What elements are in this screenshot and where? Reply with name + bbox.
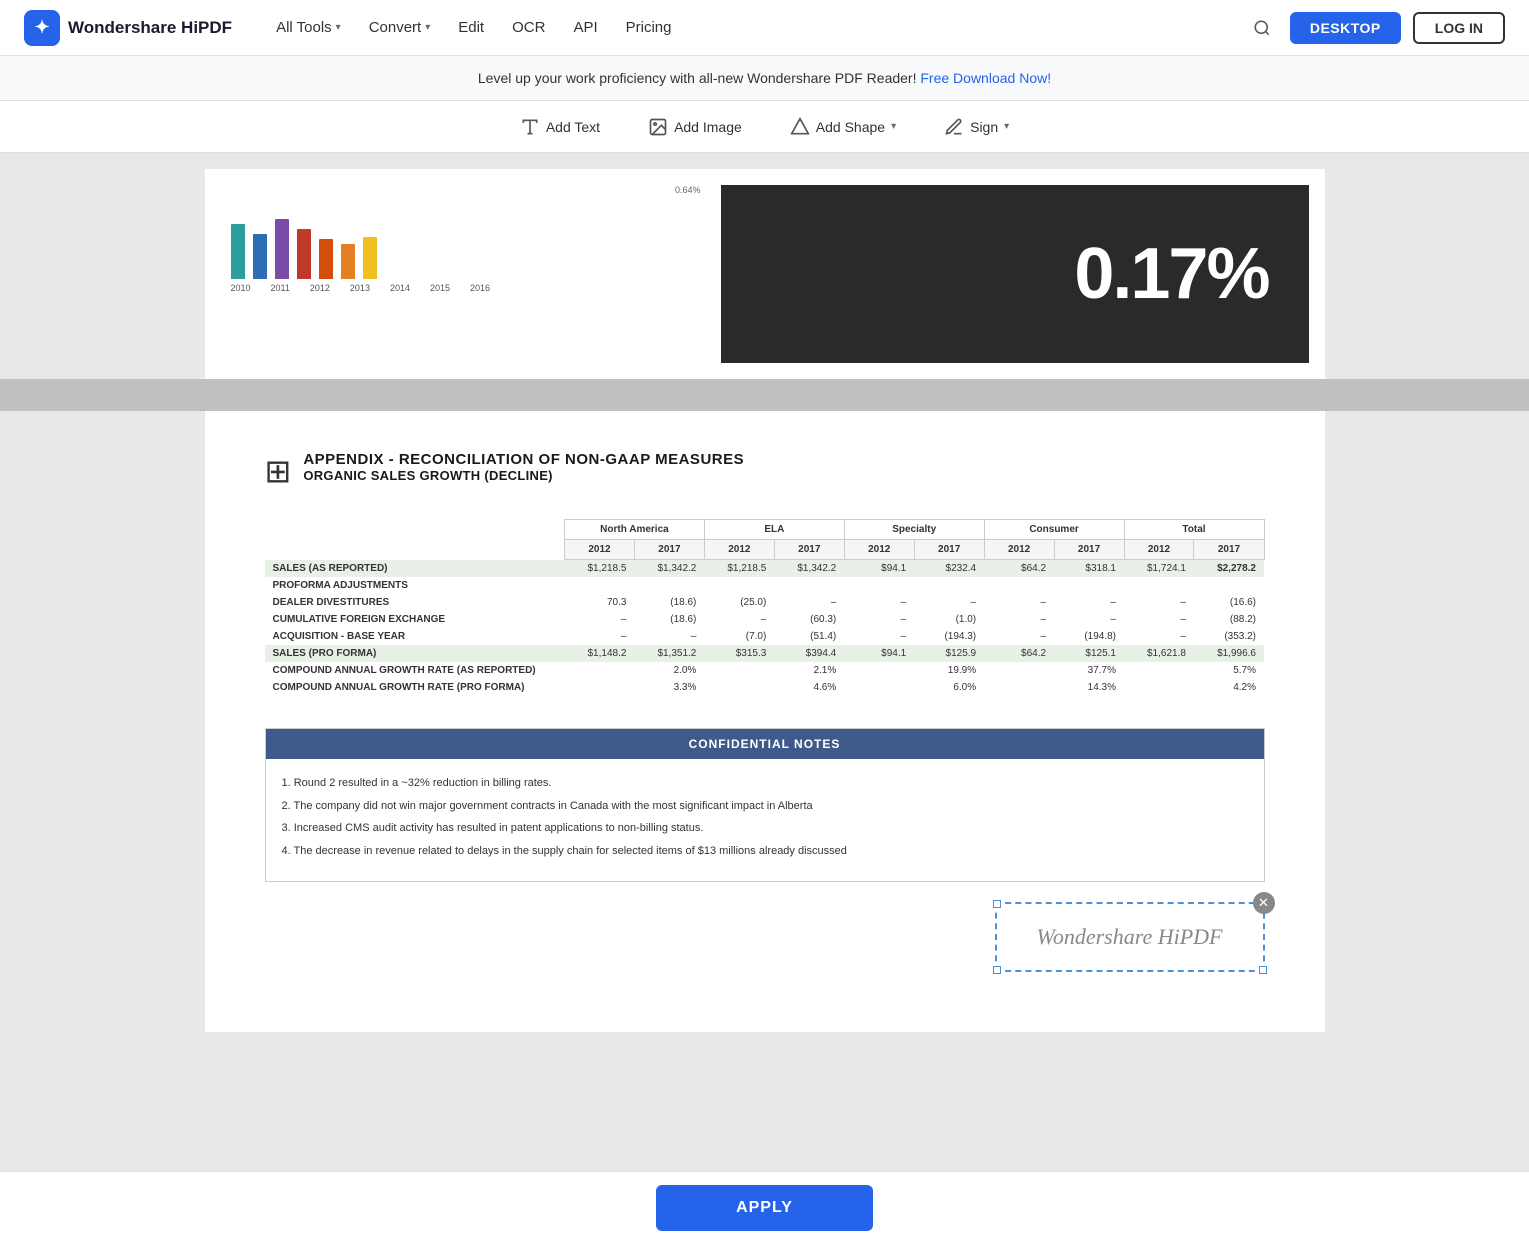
header-actions: DESKTOP LOG IN — [1246, 12, 1505, 44]
signature-text: Wondershare HiPDF — [1037, 924, 1223, 949]
appendix-icon: ⊞ — [265, 455, 292, 487]
image-icon — [648, 117, 668, 137]
note-1: 1. Round 2 resulted in a ~32% reduction … — [282, 775, 1248, 792]
signature-box[interactable]: ✕ Wondershare HiPDF — [995, 902, 1265, 972]
apply-bar: APPLY — [0, 1171, 1529, 1243]
note-2: 2. The company did not win major governm… — [282, 798, 1248, 815]
announcement-bar: Level up your work proficiency with all-… — [0, 56, 1529, 101]
nav-pricing[interactable]: Pricing — [614, 13, 684, 42]
search-icon[interactable] — [1246, 12, 1278, 44]
table-row: CUMULATIVE FOREIGN EXCHANGE –(18.6) –(60… — [265, 611, 1265, 628]
appendix-title2: ORGANIC SALES GROWTH (DECLINE) — [303, 468, 744, 483]
page-divider — [0, 379, 1529, 411]
nav-edit[interactable]: Edit — [446, 13, 496, 42]
overlay-text: 0.17% — [1074, 233, 1268, 315]
table-row: SALES (AS REPORTED) $1,218.5$1,342.2 $1,… — [265, 560, 1265, 578]
table-row: COMPOUND ANNUAL GROWTH RATE (PRO FORMA) … — [265, 679, 1265, 696]
appendix-title1: APPENDIX - RECONCILIATION OF NON-GAAP ME… — [303, 451, 744, 468]
table-row: DEALER DIVESTITURES 70.3(18.6) (25.0)– –… — [265, 594, 1265, 611]
sign-icon — [944, 117, 964, 137]
close-icon[interactable]: ✕ — [1253, 892, 1275, 914]
note-4: 4. The decrease in revenue related to de… — [282, 843, 1248, 860]
financial-table-section: North America ELA Specialty Consumer Tot… — [265, 519, 1265, 696]
table-row: PROFORMA ADJUSTMENTS — [265, 577, 1265, 594]
table-row: SALES (PRO FORMA) $1,148.2$1,351.2 $315.… — [265, 645, 1265, 662]
confidential-notes-box: CONFIDENTIAL NOTES 1. Round 2 resulted i… — [265, 728, 1265, 882]
resize-handle-br[interactable] — [1259, 966, 1267, 974]
page-content: ⊞ APPENDIX - RECONCILIATION OF NON-GAAP … — [205, 411, 1325, 1032]
nav-ocr[interactable]: OCR — [500, 13, 557, 42]
chart-area: 0.64% — [221, 185, 701, 363]
table-row: ACQUISITION - BASE YEAR –– (7.0)(51.4) –… — [265, 628, 1265, 645]
resize-handle-bl[interactable] — [993, 966, 1001, 974]
image-area: 0.17% — [721, 185, 1309, 363]
chevron-icon: ▾ — [891, 121, 896, 132]
apply-button[interactable]: APPLY — [656, 1185, 873, 1231]
logo-text: Wondershare HiPDF — [68, 18, 232, 38]
toolbar: Add Text Add Image Add Shape ▾ Sign ▾ — [0, 101, 1529, 153]
nav-all-tools[interactable]: All Tools ▾ — [264, 13, 353, 42]
download-link[interactable]: Free Download Now! — [920, 70, 1051, 86]
add-image-button[interactable]: Add Image — [640, 113, 750, 141]
desktop-button[interactable]: DESKTOP — [1290, 12, 1401, 44]
shape-icon — [790, 117, 810, 137]
appendix-titles: APPENDIX - RECONCILIATION OF NON-GAAP ME… — [303, 451, 744, 483]
login-button[interactable]: LOG IN — [1413, 12, 1505, 44]
nav-api[interactable]: API — [561, 13, 609, 42]
add-text-button[interactable]: Add Text — [512, 113, 608, 141]
note-3: 3. Increased CMS audit activity has resu… — [282, 820, 1248, 837]
add-shape-button[interactable]: Add Shape ▾ — [782, 113, 904, 141]
nav: All Tools ▾ Convert ▾ Edit OCR API Prici… — [264, 13, 1246, 42]
logo[interactable]: ✦ Wondershare HiPDF — [24, 10, 232, 46]
chevron-icon: ▾ — [1004, 121, 1009, 132]
table-row: COMPOUND ANNUAL GROWTH RATE (AS REPORTED… — [265, 662, 1265, 679]
chevron-icon: ▾ — [336, 22, 341, 33]
appendix-header: ⊞ APPENDIX - RECONCILIATION OF NON-GAAP … — [265, 451, 1265, 487]
nav-convert[interactable]: Convert ▾ — [357, 13, 443, 42]
confidential-body: 1. Round 2 resulted in a ~32% reduction … — [266, 759, 1264, 881]
main-content: 0.64% — [0, 153, 1529, 1198]
chevron-icon: ▾ — [425, 22, 430, 33]
confidential-header: CONFIDENTIAL NOTES — [266, 729, 1264, 759]
signature-area: ✕ Wondershare HiPDF — [265, 902, 1265, 972]
header: ✦ Wondershare HiPDF All Tools ▾ Convert … — [0, 0, 1529, 56]
logo-icon: ✦ — [24, 10, 60, 46]
resize-handle-tl[interactable] — [993, 900, 1001, 908]
text-icon — [520, 117, 540, 137]
financial-table: North America ELA Specialty Consumer Tot… — [265, 519, 1265, 696]
sign-button[interactable]: Sign ▾ — [936, 113, 1017, 141]
